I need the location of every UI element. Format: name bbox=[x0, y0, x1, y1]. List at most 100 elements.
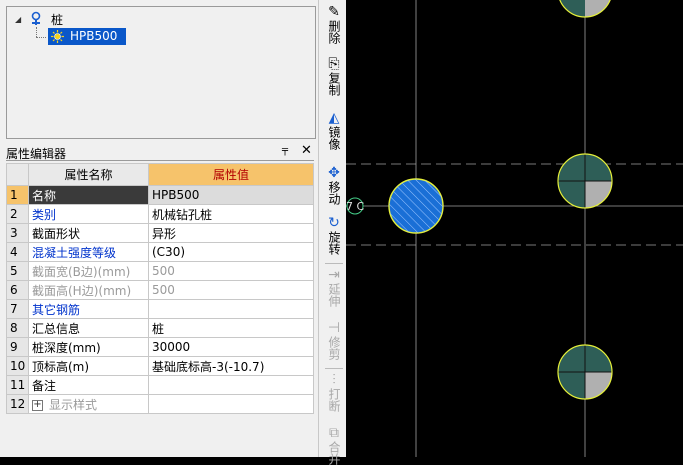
tool-extend-button[interactable]: ⇥ 延伸 bbox=[323, 267, 345, 307]
tree-item-selected[interactable]: HPB500 bbox=[48, 28, 126, 45]
tree-connector bbox=[36, 37, 46, 38]
grid-corner bbox=[6, 163, 29, 186]
drawing-canvas[interactable]: 7 C bbox=[346, 0, 683, 457]
pile[interactable] bbox=[556, 340, 616, 402]
property-name: 顶标高(m) bbox=[32, 359, 90, 374]
property-name: 名称 bbox=[32, 188, 57, 203]
property-value-cell[interactable] bbox=[148, 299, 314, 319]
eraser-icon: ✎ bbox=[328, 4, 340, 20]
property-name: 类别 bbox=[32, 207, 57, 222]
tool-label: 旋转 bbox=[327, 231, 341, 255]
tree-root-label[interactable]: 桩 bbox=[51, 12, 63, 28]
toolbar-separator bbox=[325, 368, 343, 369]
property-name: 其它钢筋 bbox=[32, 302, 81, 317]
property-name: 截面高(H边)(mm) bbox=[32, 283, 132, 298]
tree-connector bbox=[36, 27, 37, 37]
row-number: 5 bbox=[6, 261, 29, 281]
property-value-cell[interactable]: 500 bbox=[148, 280, 314, 300]
tool-move-button[interactable]: ✥ 移动 bbox=[323, 165, 345, 205]
tool-label: 修剪 bbox=[327, 336, 341, 360]
tool-label: 镜像 bbox=[327, 126, 341, 150]
header-property-name: 属性名称 bbox=[28, 163, 149, 186]
tool-copy-button[interactable]: ⎘ 复制 bbox=[323, 56, 345, 96]
property-row[interactable]: 11 备注 bbox=[6, 375, 314, 395]
property-name-cell[interactable]: + 显示样式 bbox=[28, 394, 149, 414]
header-property-value: 属性值 bbox=[148, 163, 314, 186]
move-icon: ✥ bbox=[328, 165, 340, 181]
tool-merge-button[interactable]: ⧉ 合并 bbox=[323, 425, 345, 465]
property-value-cell[interactable]: 30000 bbox=[148, 337, 314, 357]
property-value-cell[interactable]: 异形 bbox=[148, 223, 314, 243]
vertical-toolbar: ✎ 删除 ⎘ 复制 ◭ 镜像 ✥ 移动 ↻ 旋转 ⇥ 延伸 ⊣ 修剪 ⫶ 打断 ⧉ 合并 bbox=[318, 0, 348, 465]
property-value-cell[interactable] bbox=[148, 375, 314, 395]
property-row[interactable]: 7 其它钢筋 bbox=[6, 299, 314, 319]
tool-mirror-button[interactable]: ◭ 镜像 bbox=[323, 110, 345, 150]
property-editor-titlebar: 属性编辑器 ╤ ✕ bbox=[6, 143, 314, 161]
property-name-cell[interactable]: 类别 bbox=[28, 204, 149, 224]
pile[interactable] bbox=[556, 150, 616, 211]
property-value-cell[interactable] bbox=[148, 394, 314, 414]
property-value-cell[interactable]: (C30) bbox=[148, 242, 314, 262]
left-panel: ◢ 桩 HPB500 属性编辑器 ╤ ✕ 属性名称 属性值 1 名称 HPB50… bbox=[0, 0, 318, 457]
row-number: 10 bbox=[6, 356, 29, 376]
property-value-cell[interactable]: 桩 bbox=[148, 318, 314, 338]
property-name: 混凝土强度等级 bbox=[32, 245, 117, 260]
pile-folder-icon bbox=[31, 11, 41, 25]
panel-title: 属性编辑器 bbox=[6, 147, 67, 161]
tool-eraser-button[interactable]: ✎ 删除 bbox=[323, 4, 345, 44]
tree-item-label: HPB500 bbox=[70, 29, 118, 43]
tool-label: 复制 bbox=[327, 72, 341, 96]
property-name-cell[interactable]: 顶标高(m) bbox=[28, 356, 149, 376]
property-row[interactable]: 4 混凝土强度等级 (C30) bbox=[6, 242, 314, 262]
property-row[interactable]: 12 + 显示样式 bbox=[6, 394, 314, 414]
property-row[interactable]: 6 截面高(H边)(mm) 500 bbox=[6, 280, 314, 300]
property-name-cell[interactable]: 截面高(H边)(mm) bbox=[28, 280, 149, 300]
tool-label: 延伸 bbox=[327, 283, 341, 307]
property-value-cell[interactable]: 基础底标高-3(-10.7) bbox=[148, 356, 314, 376]
extend-icon: ⇥ bbox=[328, 267, 340, 283]
property-row[interactable]: 3 截面形状 异形 bbox=[6, 223, 314, 243]
component-tree: ◢ 桩 HPB500 bbox=[6, 6, 316, 139]
property-value-cell[interactable]: 500 bbox=[148, 261, 314, 281]
trim-icon: ⊣ bbox=[327, 320, 341, 336]
pin-icon[interactable]: ╤ bbox=[282, 145, 288, 156]
row-number: 12 bbox=[6, 394, 29, 414]
row-number: 7 bbox=[6, 299, 29, 319]
property-row[interactable]: 2 类别 机械钻孔桩 bbox=[6, 204, 314, 224]
break-icon: ⫶ bbox=[332, 372, 336, 388]
row-number: 11 bbox=[6, 375, 29, 395]
property-name-cell[interactable]: 桩深度(mm) bbox=[28, 337, 149, 357]
tool-break-button[interactable]: ⫶ 打断 bbox=[323, 372, 345, 412]
tool-label: 合并 bbox=[327, 441, 341, 465]
row-number: 4 bbox=[6, 242, 29, 262]
close-icon[interactable]: ✕ bbox=[301, 143, 312, 158]
tool-label: 移动 bbox=[327, 181, 341, 205]
row-number: 9 bbox=[6, 337, 29, 357]
property-row[interactable]: 1 名称 HPB500 bbox=[6, 185, 314, 205]
property-value-cell[interactable]: HPB500 bbox=[148, 185, 314, 205]
collapse-arrow-icon[interactable]: ◢ bbox=[15, 15, 21, 24]
property-grid: 属性名称 属性值 1 名称 HPB500 2 类别 机械钻孔桩 3 截面形状 异形 4 混凝土强度等… bbox=[6, 163, 314, 414]
mirror-icon: ◭ bbox=[328, 110, 340, 126]
property-name-cell[interactable]: 截面形状 bbox=[28, 223, 149, 243]
property-name-cell[interactable]: 备注 bbox=[28, 375, 149, 395]
rotate-icon: ↻ bbox=[328, 215, 340, 231]
property-name-cell[interactable]: 汇总信息 bbox=[28, 318, 149, 338]
property-row[interactable]: 8 汇总信息 桩 bbox=[6, 318, 314, 338]
property-name-cell[interactable]: 截面宽(B边)(mm) bbox=[28, 261, 149, 281]
property-name-cell[interactable]: 混凝土强度等级 bbox=[28, 242, 149, 262]
property-value-cell[interactable]: 机械钻孔桩 bbox=[148, 204, 314, 224]
property-row[interactable]: 10 顶标高(m) 基础底标高-3(-10.7) bbox=[6, 356, 314, 376]
property-name-cell[interactable]: 名称 bbox=[28, 185, 149, 205]
property-row[interactable]: 9 桩深度(mm) 30000 bbox=[6, 337, 314, 357]
property-name-cell[interactable]: 其它钢筋 bbox=[28, 299, 149, 319]
property-name: 桩深度(mm) bbox=[32, 340, 101, 355]
tool-trim-button[interactable]: ⊣ 修剪 bbox=[323, 320, 345, 360]
property-row[interactable]: 5 截面宽(B边)(mm) 500 bbox=[6, 261, 314, 281]
expand-plus-icon[interactable]: + bbox=[32, 399, 43, 411]
pile-selected[interactable] bbox=[388, 178, 444, 234]
tool-rotate-button[interactable]: ↻ 旋转 bbox=[323, 215, 345, 255]
property-name: 显示样式 bbox=[49, 397, 98, 412]
grid-header-row: 属性名称 属性值 bbox=[6, 163, 314, 186]
tool-label: 打断 bbox=[327, 388, 341, 412]
